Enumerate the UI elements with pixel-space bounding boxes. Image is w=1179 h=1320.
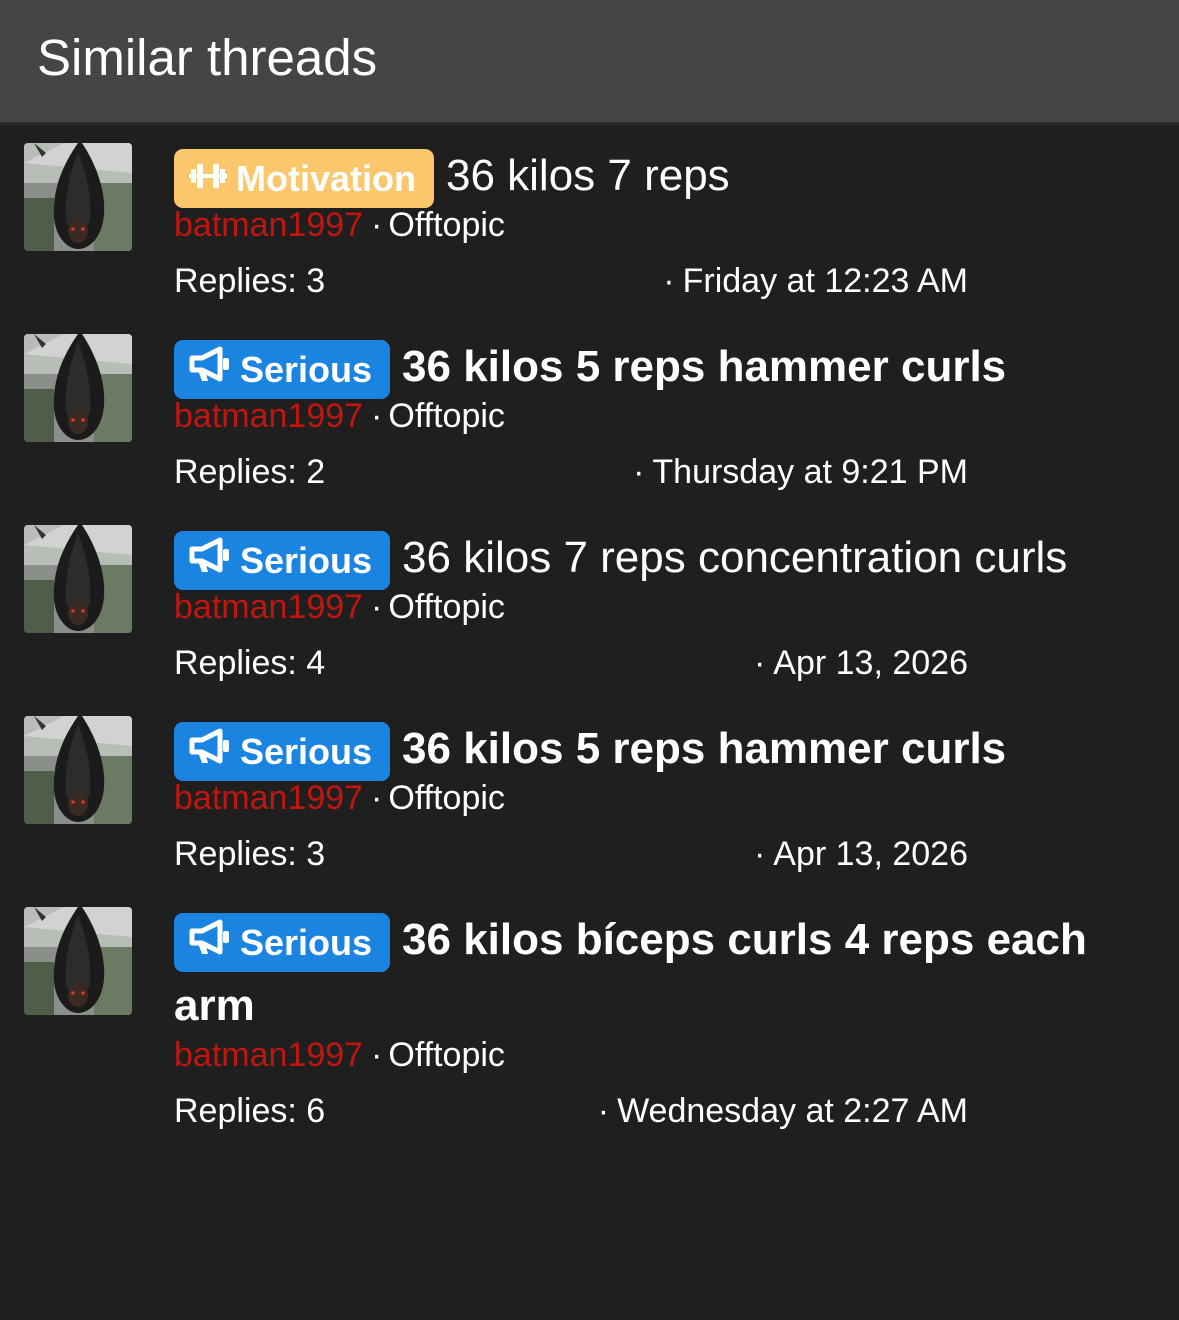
thread-stats: Replies: 3 · Friday at 12:23 AM — [174, 261, 1114, 319]
forum-link[interactable]: Offtopic — [388, 779, 505, 817]
block-title: Similar threads — [37, 29, 378, 86]
date-text: Apr 13, 2026 — [773, 644, 968, 682]
thread-title-link[interactable]: 36 kilos 7 reps concentration curls — [402, 533, 1067, 582]
thread-title-line: Motivation 36 kilos 7 reps — [174, 143, 1114, 209]
thread-item: Serious 36 kilos bíceps curls 4 reps eac… — [0, 892, 1179, 1149]
megaphone-icon — [188, 340, 232, 399]
similar-threads-header: Similar threads — [0, 0, 1179, 125]
thread-item: Motivation 36 kilos 7 reps batman1997 · Of… — [0, 128, 1179, 319]
thread-content: Motivation 36 kilos 7 reps batman1997 · Of… — [174, 143, 1114, 319]
author-link[interactable]: batman1997 — [174, 397, 363, 435]
date-text: Thursday at 9:21 PM — [652, 453, 968, 491]
thread-title-line: Serious 36 kilos 5 reps hammer curls — [174, 716, 1114, 782]
replies-count: Replies: 6 — [174, 1092, 326, 1130]
thread-meta: batman1997 · Offtopic — [174, 778, 1114, 818]
prefix-badge-label: Serious — [240, 349, 373, 390]
last-post-date[interactable]: · Wednesday at 2:27 AM — [598, 1091, 968, 1131]
date-separator: · — [663, 262, 675, 300]
replies-count: Replies: 4 — [174, 644, 326, 682]
thread-title-line: Serious 36 kilos 5 reps hammer curls — [174, 334, 1114, 400]
avatar[interactable] — [24, 907, 132, 1015]
thread-meta: batman1997 · Offtopic — [174, 1035, 1114, 1075]
thread-item: Serious 36 kilos 5 reps hammer curls bat… — [0, 701, 1179, 892]
thread-title-line: Serious 36 kilos 7 reps concentration cu… — [174, 525, 1114, 591]
avatar[interactable] — [24, 525, 132, 633]
forum-link[interactable]: Offtopic — [388, 588, 505, 626]
thread-title-link[interactable]: 36 kilos 5 reps hammer curls — [402, 342, 1006, 391]
avatar[interactable] — [24, 143, 132, 251]
megaphone-icon — [188, 913, 232, 972]
date-separator: · — [597, 1092, 610, 1130]
last-post-date[interactable]: · Thursday at 9:21 PM — [633, 452, 968, 492]
prefix-badge-label: Serious — [240, 731, 373, 772]
avatar[interactable] — [24, 716, 132, 824]
forum-link[interactable]: Offtopic — [388, 397, 505, 435]
megaphone-icon — [188, 722, 232, 781]
thread-meta: batman1997 · Offtopic — [174, 396, 1114, 436]
meta-separator: · — [371, 206, 383, 244]
date-text: Apr 13, 2026 — [773, 835, 968, 873]
author-link[interactable]: batman1997 — [174, 206, 363, 244]
thread-stats: Replies: 3 · Apr 13, 2026 — [174, 834, 1114, 892]
thread-title-link[interactable]: 36 kilos 5 reps hammer curls — [402, 724, 1006, 773]
last-post-date[interactable]: · Apr 13, 2026 — [754, 834, 968, 874]
thread-item: Serious 36 kilos 5 reps hammer curls bat… — [0, 319, 1179, 510]
megaphone-icon — [188, 531, 232, 590]
replies-count: Replies: 3 — [174, 262, 326, 300]
meta-separator: · — [371, 588, 383, 626]
meta-separator: · — [371, 1036, 383, 1074]
author-link[interactable]: batman1997 — [174, 1036, 363, 1074]
thread-item: Serious 36 kilos 7 reps concentration cu… — [0, 510, 1179, 701]
date-separator: · — [753, 835, 766, 873]
thread-content: Serious 36 kilos 7 reps concentration cu… — [174, 525, 1114, 701]
prefix-badge-label: Serious — [240, 922, 373, 963]
thread-title-link[interactable]: 36 kilos 7 reps — [446, 151, 730, 200]
date-text: Wednesday at 2:27 AM — [617, 1092, 968, 1130]
prefix-badge[interactable]: Serious — [174, 340, 391, 399]
avatar[interactable] — [24, 334, 132, 442]
prefix-badge-label: Serious — [240, 540, 373, 581]
thread-meta: batman1997 · Offtopic — [174, 205, 1114, 245]
thread-stats: Replies: 6 · Wednesday at 2:27 AM — [174, 1091, 1114, 1149]
forum-link[interactable]: Offtopic — [388, 206, 505, 244]
thread-stats: Replies: 4 · Apr 13, 2026 — [174, 643, 1114, 701]
prefix-badge[interactable]: Serious — [174, 722, 391, 781]
date-separator: · — [633, 453, 645, 491]
thread-content: Serious 36 kilos 5 reps hammer curls bat… — [174, 334, 1114, 510]
date-separator: · — [753, 644, 766, 682]
replies-count: Replies: 3 — [174, 835, 326, 873]
prefix-badge[interactable]: Serious — [174, 531, 391, 590]
meta-separator: · — [371, 779, 383, 817]
prefix-badge[interactable]: Serious — [174, 913, 391, 972]
thread-list: Motivation 36 kilos 7 reps batman1997 · Of… — [0, 128, 1179, 1149]
last-post-date[interactable]: · Apr 13, 2026 — [754, 643, 968, 683]
thread-meta: batman1997 · Offtopic — [174, 587, 1114, 627]
author-link[interactable]: batman1997 — [174, 588, 363, 626]
thread-content: Serious 36 kilos 5 reps hammer curls bat… — [174, 716, 1114, 892]
author-link[interactable]: batman1997 — [174, 779, 363, 817]
forum-link[interactable]: Offtopic — [388, 1036, 505, 1074]
thread-content: Serious 36 kilos bíceps curls 4 reps eac… — [174, 907, 1114, 1149]
dumbbell-icon — [188, 149, 228, 208]
thread-title-line: Serious 36 kilos bíceps curls 4 reps eac… — [174, 907, 1114, 1039]
last-post-date[interactable]: · Friday at 12:23 AM — [663, 261, 968, 301]
meta-separator: · — [371, 397, 383, 435]
replies-count: Replies: 2 — [174, 453, 326, 491]
date-text: Friday at 12:23 AM — [682, 262, 968, 300]
thread-stats: Replies: 2 · Thursday at 9:21 PM — [174, 452, 1114, 510]
prefix-badge-label: Motivation — [236, 158, 416, 199]
prefix-badge[interactable]: Motivation — [174, 149, 434, 208]
